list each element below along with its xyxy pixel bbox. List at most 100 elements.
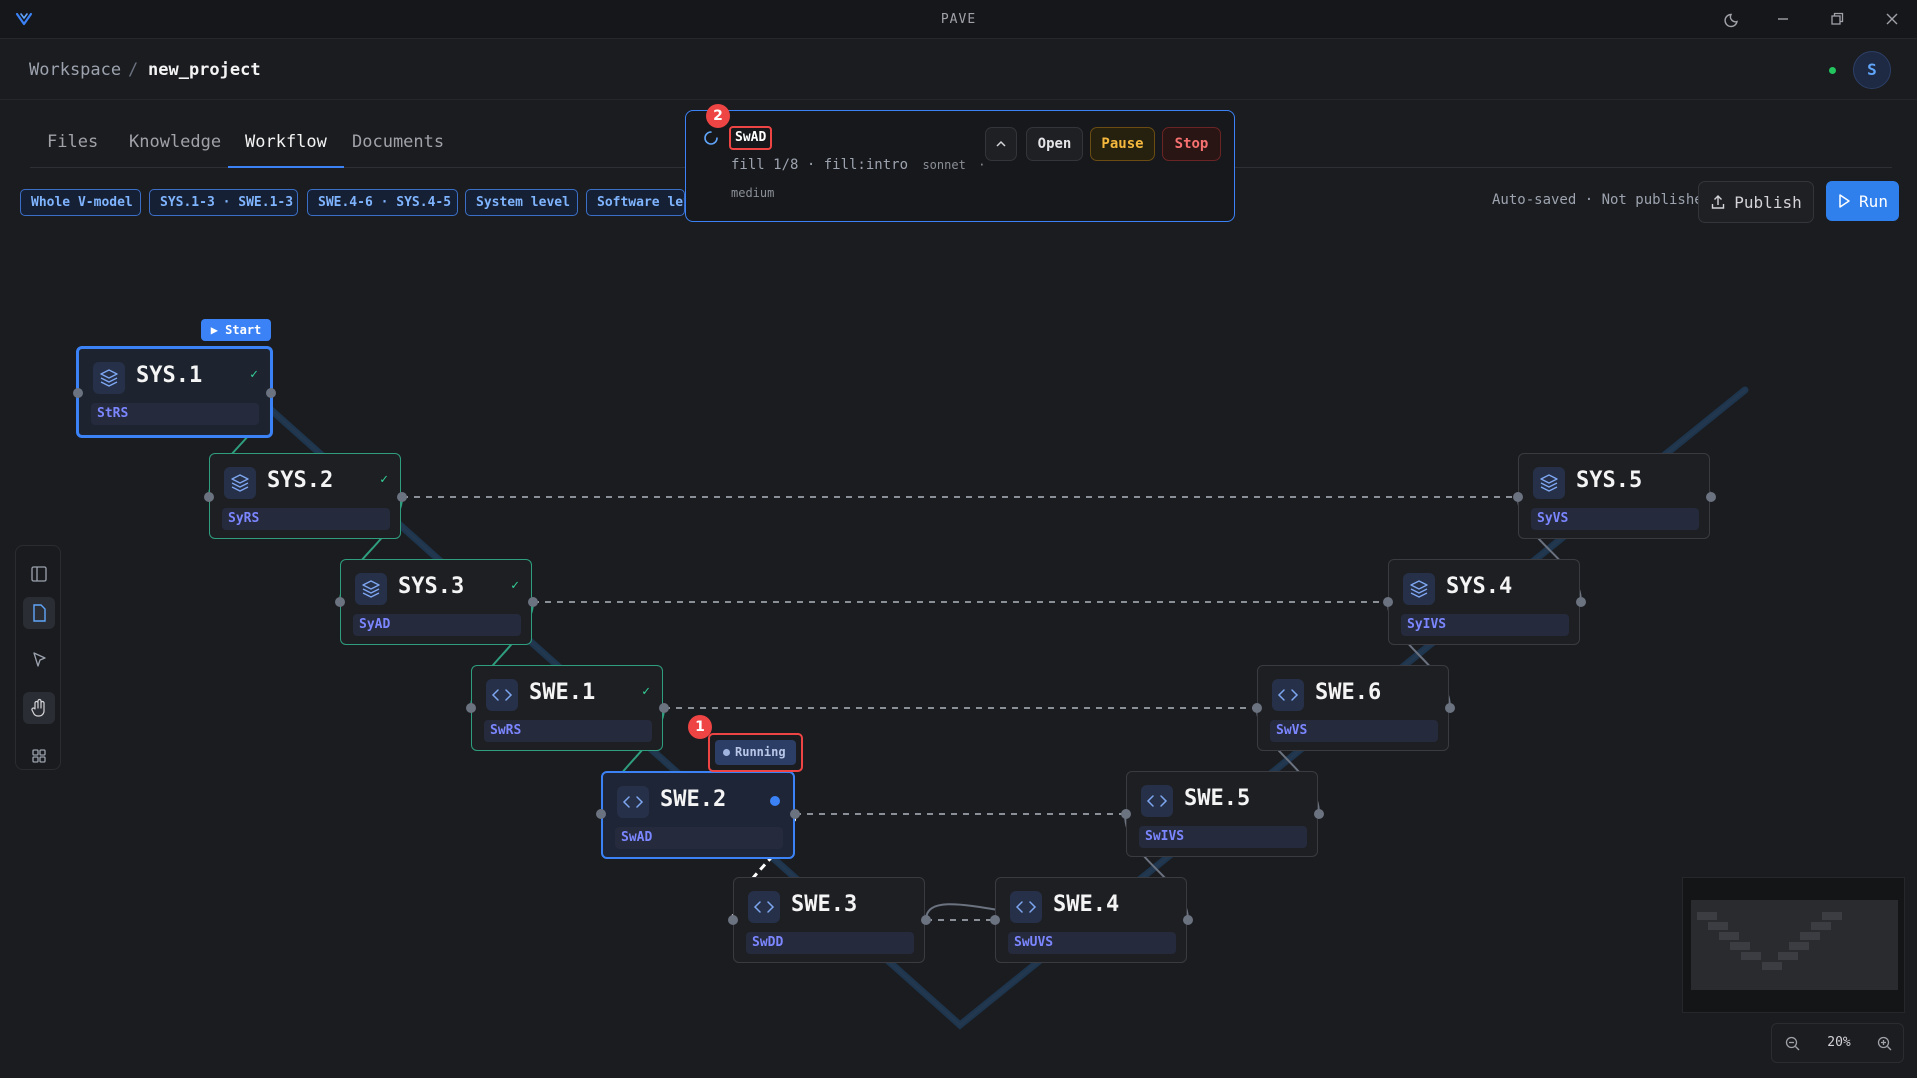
node-doc-label: SwUVS [1008, 932, 1176, 954]
layers-icon [1533, 467, 1565, 499]
document-icon [33, 604, 46, 622]
node-port[interactable] [466, 703, 476, 713]
popup-title: SwAD [729, 126, 773, 150]
node-sys5[interactable]: SYS.5 SyVS [1518, 453, 1710, 539]
node-port[interactable] [728, 915, 738, 925]
check-icon: ✓ [250, 367, 258, 382]
node-port[interactable] [1314, 809, 1324, 819]
check-icon: ✓ [642, 684, 650, 699]
node-doc-label: SwIVS [1139, 826, 1307, 848]
pause-button[interactable]: Pause [1090, 127, 1155, 161]
document-tool-button[interactable] [23, 597, 55, 629]
node-port[interactable] [990, 915, 1000, 925]
node-port[interactable] [1513, 492, 1523, 502]
sidebar-toggle-icon [31, 566, 47, 582]
node-port[interactable] [921, 915, 931, 925]
node-title: SYS.1 [136, 363, 203, 388]
node-title: SYS.3 [398, 574, 465, 599]
node-port[interactable] [659, 703, 669, 713]
cursor-icon [33, 652, 46, 667]
node-doc-label: SyRS [222, 508, 390, 530]
node-port[interactable] [335, 597, 345, 607]
code-icon [748, 891, 780, 923]
node-doc-label: SwDD [746, 932, 914, 954]
check-icon: ✓ [511, 578, 519, 593]
node-port[interactable] [1576, 597, 1586, 607]
node-port[interactable] [596, 809, 606, 819]
running-indicator-dot [770, 796, 780, 806]
popup-model: sonnet [922, 158, 966, 172]
node-swe3[interactable]: SWE.3 SwDD [733, 877, 925, 963]
code-icon [1141, 785, 1173, 817]
node-port[interactable] [1706, 492, 1716, 502]
node-port[interactable] [1121, 809, 1131, 819]
chevron-up-icon [996, 140, 1006, 147]
node-title: SYS.5 [1576, 468, 1643, 493]
node-sys2[interactable]: SYS.2 ✓ SyRS [209, 453, 401, 539]
node-swe1[interactable]: SWE.1 ✓ SwRS [471, 665, 663, 751]
code-icon [1010, 891, 1042, 923]
start-label: Start [225, 323, 262, 337]
node-swe4[interactable]: SWE.4 SwUVS [995, 877, 1187, 963]
code-icon [1272, 679, 1304, 711]
annotation-marker-2: 2 [706, 104, 730, 128]
node-port[interactable] [528, 597, 538, 607]
popup-progress-text: fill 1/8 · fill:intro [731, 157, 909, 173]
layout-tool-button[interactable] [23, 740, 55, 772]
layers-icon [224, 467, 256, 499]
node-port[interactable] [397, 492, 407, 502]
node-port[interactable] [1383, 597, 1393, 607]
popup-progress: fill 1/8 · fill:intro sonnet · [731, 157, 985, 173]
node-title: SYS.2 [267, 468, 334, 493]
popup-effort: medium [731, 186, 775, 200]
node-title: SYS.4 [1446, 574, 1513, 599]
open-button[interactable]: Open [1026, 127, 1083, 161]
node-title: SWE.2 [660, 787, 727, 812]
node-port[interactable] [1252, 703, 1262, 713]
node-title: SWE.1 [529, 680, 596, 705]
node-doc-label: SwVS [1270, 720, 1438, 742]
collapse-popup-button[interactable] [985, 127, 1017, 161]
annotation-marker-1: 1 [688, 715, 712, 739]
pan-tool-button[interactable] [23, 692, 55, 724]
start-tag: ▶ Start [201, 319, 271, 341]
node-sys1[interactable]: SYS.1 ✓ StRS [76, 346, 273, 438]
node-doc-label: SyVS [1531, 508, 1699, 530]
node-doc-label: StRS [91, 403, 259, 425]
layers-icon [1403, 573, 1435, 605]
node-port[interactable] [266, 388, 276, 398]
select-tool-button[interactable] [23, 644, 55, 676]
node-doc-label: SyIVS [1401, 614, 1569, 636]
node-sys3[interactable]: SYS.3 ✓ SyAD [340, 559, 532, 645]
running-badge-highlight: Running [708, 733, 803, 772]
layers-icon [93, 362, 125, 394]
node-swe2[interactable]: SWE.2 SwAD [601, 771, 795, 859]
node-title: SWE.5 [1184, 786, 1251, 811]
stop-button[interactable]: Stop [1162, 127, 1221, 161]
start-play-icon: ▶ [210, 323, 226, 337]
node-port[interactable] [73, 388, 83, 398]
minimap-graphic [1691, 900, 1898, 990]
minimap[interactable] [1682, 877, 1905, 1013]
node-port[interactable] [204, 492, 214, 502]
node-title: SWE.4 [1053, 892, 1120, 917]
code-icon [617, 786, 649, 818]
popup-separator: · [978, 158, 986, 172]
zoom-level: 20% [1827, 1035, 1851, 1050]
node-sys4[interactable]: SYS.4 SyIVS [1388, 559, 1580, 645]
node-swe5[interactable]: SWE.5 SwIVS [1126, 771, 1318, 857]
node-title: SWE.6 [1315, 680, 1382, 705]
toggle-panel-button[interactable] [23, 558, 55, 590]
zoom-in-icon[interactable] [1876, 1035, 1894, 1053]
running-label: Running [735, 745, 786, 759]
node-port[interactable] [1183, 915, 1193, 925]
zoom-controls: 20% [1771, 1023, 1904, 1063]
node-swe6[interactable]: SWE.6 SwVS [1257, 665, 1449, 751]
node-title: SWE.3 [791, 892, 858, 917]
spinner-icon [704, 131, 718, 145]
node-port[interactable] [790, 809, 800, 819]
check-icon: ✓ [380, 472, 388, 487]
node-port[interactable] [1445, 703, 1455, 713]
layers-icon [355, 573, 387, 605]
zoom-out-icon[interactable] [1784, 1035, 1802, 1053]
